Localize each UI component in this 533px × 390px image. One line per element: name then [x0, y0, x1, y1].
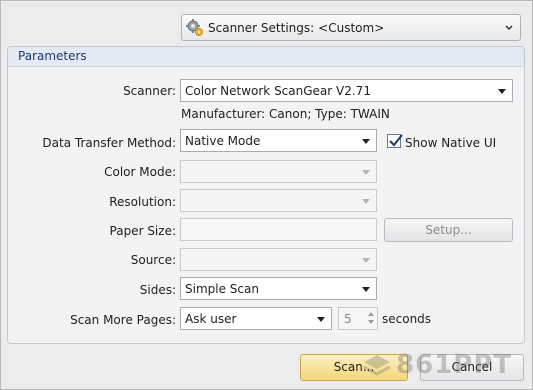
watermark-text: 861PPT	[396, 350, 513, 380]
scanner-settings-value: <Custom>	[318, 21, 385, 35]
paper-size-field[interactable]	[180, 218, 377, 241]
gear-icon	[186, 19, 203, 36]
source-label: Source:	[130, 253, 176, 267]
spin-down-icon[interactable]	[368, 320, 374, 324]
color-mode-select[interactable]	[180, 160, 377, 183]
data-transfer-select[interactable]: Native Mode	[180, 129, 377, 152]
scan-more-pages-label: Scan More Pages:	[70, 313, 176, 327]
watermark-logo-icon	[363, 354, 391, 376]
dropdown-arrow-icon	[362, 258, 370, 263]
scanner-select-value: Color Network ScanGear V2.71	[185, 84, 371, 98]
paper-setup-button[interactable]: Setup...	[384, 218, 513, 242]
scan-more-pages-value: Ask user	[185, 312, 237, 326]
seconds-spinner[interactable]: 5	[338, 307, 378, 330]
resolution-label: Resolution:	[109, 195, 176, 209]
parameters-title: Parameters	[18, 49, 87, 63]
dropdown-arrow-icon	[317, 317, 325, 322]
sides-select[interactable]: Simple Scan	[180, 277, 377, 300]
data-transfer-label: Data Transfer Method:	[42, 136, 176, 150]
dropdown-arrow-icon	[362, 139, 370, 144]
dropdown-arrow-icon	[362, 287, 370, 292]
data-transfer-select-value: Native Mode	[185, 134, 261, 148]
resolution-select[interactable]	[180, 189, 377, 212]
dropdown-arrow-icon	[362, 170, 370, 175]
spin-up-icon[interactable]	[368, 312, 374, 316]
source-select[interactable]	[180, 248, 377, 271]
show-native-ui-label: Show Native UI	[405, 136, 497, 150]
show-native-ui-checkbox[interactable]	[387, 134, 403, 148]
manufacturer-info: Manufacturer: Canon; Type: TWAIN	[181, 107, 390, 121]
watermark: 861PPT	[362, 350, 532, 384]
paper-size-label: Paper Size:	[109, 224, 176, 238]
scan-more-pages-select[interactable]: Ask user	[180, 307, 332, 330]
sides-select-value: Simple Scan	[185, 282, 259, 296]
scanner-label: Scanner:	[123, 84, 176, 98]
seconds-label: seconds	[382, 312, 432, 326]
checkmark-icon	[389, 134, 403, 147]
scanner-settings-text: Scanner Settings: <Custom>	[208, 21, 384, 35]
sides-label: Sides:	[139, 283, 176, 297]
scanner-select[interactable]: Color Network ScanGear V2.71	[180, 79, 513, 102]
color-mode-label: Color Mode:	[104, 165, 176, 179]
chevron-down-icon	[505, 25, 513, 31]
scanner-settings-dropdown[interactable]: Scanner Settings: <Custom>	[181, 14, 521, 41]
scanner-settings-label: Scanner Settings:	[208, 21, 315, 35]
dropdown-arrow-icon	[362, 199, 370, 204]
parameters-header: Parameters	[8, 47, 524, 67]
seconds-spinner-value: 5	[344, 312, 352, 326]
dropdown-arrow-icon	[498, 89, 506, 94]
